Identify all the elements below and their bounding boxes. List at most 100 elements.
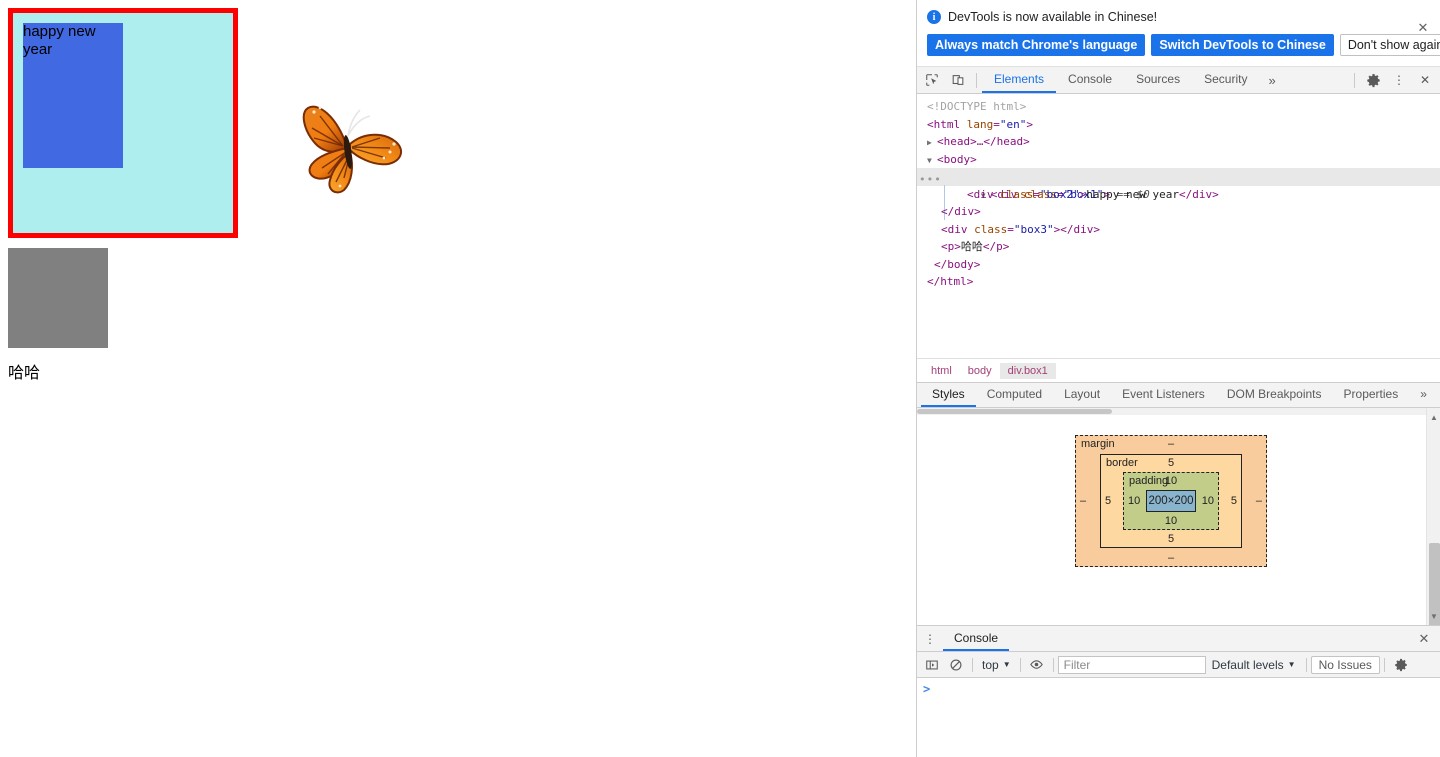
close-icon[interactable]: ✕ — [1415, 20, 1431, 36]
banner-buttons-row: Always match Chrome's language Switch De… — [927, 34, 1440, 56]
banner-message-row: i DevTools is now available in Chinese! — [927, 8, 1430, 26]
lang-attribute: lang — [966, 117, 994, 131]
box3-gray — [8, 248, 108, 348]
styles-vertical-scrollbar[interactable]: ▲ ▼ — [1426, 408, 1440, 625]
inspect-element-icon[interactable] — [919, 68, 945, 92]
padding-right-value[interactable]: 10 — [1202, 495, 1214, 507]
scroll-up-icon[interactable]: ▲ — [1427, 410, 1440, 424]
toolbar-divider-right — [1354, 72, 1355, 88]
padding-bottom-value[interactable]: 10 — [1124, 515, 1218, 527]
dom-line-head[interactable]: ▶ <head>…</head> — [917, 133, 1440, 151]
hscroll-thumb[interactable] — [917, 409, 1112, 414]
box1-container: happy new year — [8, 8, 238, 238]
tab-console[interactable]: Console — [1056, 67, 1124, 93]
console-context-selector[interactable]: top ▼ — [977, 658, 1016, 672]
devtools-panel: i DevTools is now available in Chinese! … — [916, 0, 1440, 757]
console-toolbar-divider-5 — [1383, 657, 1385, 672]
breadcrumb-item-div-box1[interactable]: div.box1 — [999, 362, 1056, 379]
box-model-margin-layer[interactable]: margin – – – – border 5 5 5 5 padding 10… — [1075, 435, 1267, 567]
console-toolbar-divider-3 — [1052, 657, 1054, 672]
banner-message: DevTools is now available in Chinese! — [948, 10, 1158, 24]
language-banner: i DevTools is now available in Chinese! … — [917, 0, 1440, 67]
box2-happy-new-year: happy new year — [23, 23, 123, 168]
margin-left-value[interactable]: – — [1080, 495, 1086, 507]
drawer-tab-console[interactable]: Console — [943, 626, 1010, 651]
chevron-down-icon: ▼ — [1002, 660, 1011, 669]
page-viewport: happy new year 哈哈 — [0, 0, 916, 757]
console-filter-input[interactable]: Filter — [1057, 655, 1206, 674]
drawer-kebab-icon[interactable]: ⋮ — [917, 626, 943, 651]
tab-properties[interactable]: Properties — [1333, 383, 1410, 407]
tab-computed[interactable]: Computed — [976, 383, 1053, 407]
lang-value: "en" — [999, 117, 1027, 131]
dom-line-p-haha[interactable]: <p>哈哈</p> — [917, 238, 1440, 256]
console-sidebar-icon[interactable] — [920, 654, 944, 676]
padding-left-value[interactable]: 10 — [1128, 495, 1140, 507]
dom-line-body-open[interactable]: ▼ <body> — [917, 151, 1440, 169]
kebab-menu-icon[interactable]: ⋮ — [1386, 68, 1412, 92]
dom-line-div-box3[interactable]: <div class="box3"></div> — [917, 221, 1440, 239]
margin-bottom-value[interactable]: – — [1076, 552, 1266, 564]
live-expression-eye-icon[interactable] — [1025, 654, 1049, 676]
paragraph-haha: 哈哈 — [8, 365, 41, 382]
box-model-border-layer[interactable]: border 5 5 5 5 padding 10 10 10 10 200×2… — [1100, 454, 1242, 548]
gear-icon[interactable] — [1360, 68, 1386, 92]
console-toolbar-divider-1 — [972, 657, 973, 672]
dom-line-div-box2[interactable]: <div class="box2">happy new year</div> — [917, 186, 1440, 204]
more-tabs-icon[interactable]: » — [1259, 73, 1284, 88]
more-styles-tabs-icon[interactable]: » — [1409, 383, 1438, 407]
margin-top-value[interactable]: – — [1076, 438, 1266, 450]
console-levels-selector[interactable]: Default levels ▼ — [1206, 658, 1302, 672]
padding-top-value[interactable]: 10 — [1124, 475, 1218, 487]
dom-line-div-box1-close[interactable]: </div> — [917, 203, 1440, 221]
tab-sources[interactable]: Sources — [1124, 67, 1192, 93]
toolbar-divider — [976, 72, 977, 88]
margin-right-value[interactable]: – — [1256, 495, 1262, 507]
tab-layout[interactable]: Layout — [1053, 383, 1111, 407]
tab-dom-breakpoints[interactable]: DOM Breakpoints — [1216, 383, 1333, 407]
device-toolbar-icon[interactable] — [945, 68, 971, 92]
border-right-value[interactable]: 5 — [1231, 495, 1237, 507]
info-icon: i — [927, 10, 941, 24]
border-left-value[interactable]: 5 — [1105, 495, 1111, 507]
dom-line-html-close[interactable]: </html> — [917, 273, 1440, 291]
tab-event-listeners[interactable]: Event Listeners — [1111, 383, 1216, 407]
box3-class-value: "box3" — [1013, 222, 1054, 236]
dom-line-doctype[interactable]: <!DOCTYPE html> — [917, 98, 1440, 116]
tab-elements[interactable]: Elements — [982, 67, 1057, 93]
box2-text-node: happy new year — [1086, 187, 1179, 201]
chevron-down-icon-levels: ▼ — [1287, 660, 1296, 669]
tab-styles[interactable]: Styles — [921, 383, 976, 407]
breadcrumb-item-body[interactable]: body — [960, 363, 1000, 379]
border-top-value[interactable]: 5 — [1101, 457, 1241, 469]
console-toolbar-divider-4 — [1305, 657, 1307, 672]
box-model-padding-layer[interactable]: padding 10 10 10 10 200×200 — [1123, 472, 1219, 530]
devtools-toolbar: Elements Console Sources Security » ⋮ ✕ — [917, 67, 1440, 94]
console-settings-gear-icon[interactable] — [1389, 654, 1413, 676]
switch-to-chinese-button[interactable]: Switch DevTools to Chinese — [1151, 34, 1334, 56]
drawer-close-icon[interactable]: ✕ — [1416, 631, 1432, 647]
border-bottom-value[interactable]: 5 — [1101, 533, 1241, 545]
breadcrumb-item-html[interactable]: html — [923, 363, 960, 379]
dom-line-body-close[interactable]: </body> — [917, 256, 1440, 274]
console-context-value: top — [982, 657, 999, 672]
styles-horizontal-scrollbar[interactable] — [917, 408, 1426, 415]
console-output[interactable]: > — [917, 678, 1440, 757]
breadcrumb: html body div.box1 — [917, 358, 1440, 382]
no-issues-button[interactable]: No Issues — [1310, 655, 1380, 674]
box2-class-value: "box2" — [1039, 187, 1080, 201]
styles-panel: margin – – – – border 5 5 5 5 padding 10… — [917, 408, 1440, 625]
dont-show-again-button[interactable]: Don't show again — [1339, 34, 1440, 56]
close-devtools-icon[interactable]: ✕ — [1412, 68, 1438, 92]
dom-line-html-open[interactable]: <html lang="en"> — [917, 116, 1440, 134]
clear-console-icon[interactable] — [944, 654, 968, 676]
scroll-down-icon[interactable]: ▼ — [1427, 609, 1440, 623]
styles-tabbar: Styles Computed Layout Event Listeners D… — [917, 382, 1440, 408]
tab-security[interactable]: Security — [1192, 67, 1259, 93]
always-match-language-button[interactable]: Always match Chrome's language — [927, 34, 1146, 56]
p-text-node: 哈哈 — [960, 240, 983, 253]
box-model-content-size[interactable]: 200×200 — [1146, 490, 1196, 512]
butterfly-image — [296, 96, 410, 196]
dom-tree-panel[interactable]: <!DOCTYPE html> <html lang="en"> ▶ <head>… — [917, 94, 1440, 358]
dom-line-div-box1[interactable]: ••• ▼ <div class="box1"> == $0 — [917, 168, 1440, 220]
